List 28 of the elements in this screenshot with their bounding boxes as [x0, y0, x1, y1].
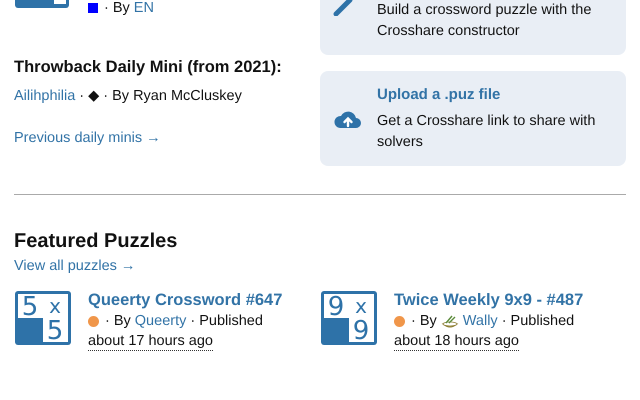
- section-heading: Throwback Daily Mini (from 2021):: [14, 57, 283, 78]
- author-link[interactable]: Queerty: [134, 311, 186, 332]
- puzzle-size-icon: 9 x 9: [320, 290, 378, 346]
- byline-text: · By Ryan McCluskey: [103, 87, 242, 106]
- section-heading: Featured Puzzles: [14, 229, 178, 253]
- action-card[interactable]: Upload a .puz file Get a Crosshare link to share with solvers: [320, 71, 626, 166]
- puzzle-size-icon: 5 x 5: [14, 290, 72, 346]
- puzzle-link[interactable]: Ailihphilia: [14, 86, 76, 106]
- puzzle-title-link[interactable]: Twice Weekly 9x9 - #487: [394, 289, 584, 311]
- card-description: Get a Crosshare link to share with solvers: [377, 112, 596, 152]
- timestamp: about 18 hours ago: [394, 332, 519, 351]
- status-text: · Published: [502, 312, 574, 331]
- timestamp: about 17 hours ago: [88, 332, 213, 351]
- author-link[interactable]: EN: [134, 0, 154, 16]
- card-description: Build a crossword puzzle with the Crosshare constructor: [377, 1, 592, 41]
- previous-link[interactable]: Previous daily minis →: [14, 128, 161, 148]
- byline-text: · By: [105, 312, 131, 331]
- puzzle-icon: [14, 0, 70, 9]
- byline-text: · By: [104, 0, 130, 16]
- separator-text: ·: [79, 87, 84, 106]
- action-card[interactable]: Build a crossword puzzle with the Crosshare constructor: [320, 0, 626, 55]
- author-link[interactable]: Wally: [462, 311, 498, 332]
- difficulty-symbol: ◆: [88, 87, 100, 106]
- view-all-link[interactable]: View all puzzles →: [14, 257, 136, 275]
- puzzle-title-link[interactable]: Queerty Crossword #647: [88, 289, 282, 311]
- card-title: Upload a .puz file: [377, 85, 502, 105]
- status-text: · Published: [190, 312, 263, 331]
- byline-text: · By: [411, 312, 437, 331]
